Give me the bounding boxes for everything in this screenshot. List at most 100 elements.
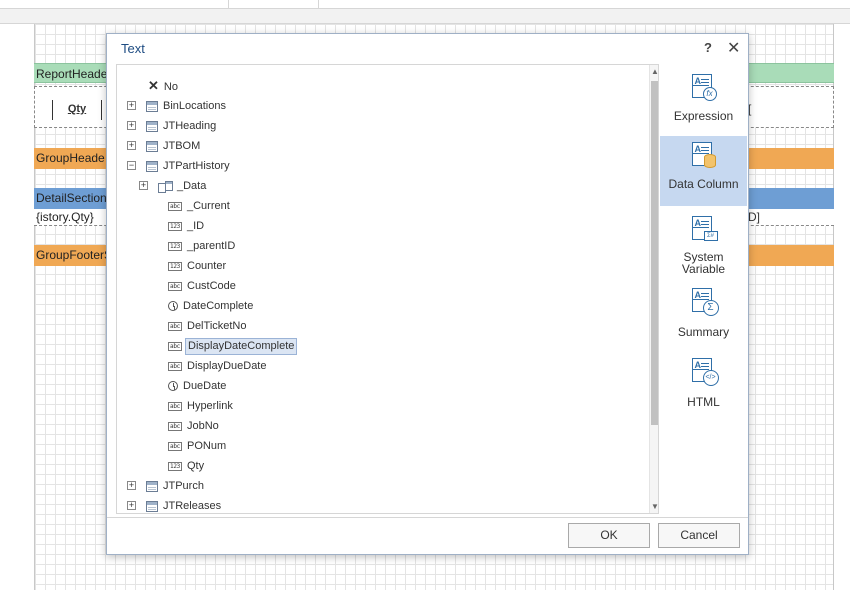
cancel-button[interactable]: Cancel [658,523,740,548]
help-button[interactable]: ? [704,40,712,55]
expand-icon[interactable]: + [127,481,136,490]
tree-item[interactable]: abc CustCode [117,277,637,295]
tree-item[interactable]: DueDate [117,377,637,395]
option-label: System Variable [681,250,726,276]
scrollbar-thumb[interactable] [651,81,658,425]
text-field-icon: abc [168,401,182,411]
table-icon [146,120,158,132]
tree-item[interactable]: − JTPartHistory [117,157,637,175]
text-dialog: Text ? ✕ ✕ No + BinLocations + JTHeading + JTBO… [106,33,749,555]
qty-header-textbox[interactable]: Qty [52,100,102,120]
expand-icon[interactable]: + [127,101,136,110]
scroll-down-icon[interactable]: ▼ [651,502,658,511]
option-data-column[interactable]: A Data Column [660,136,747,206]
none-icon: ✕ [148,78,159,93]
dialog-title: Text [121,41,145,56]
tree-item-label: JTBOM [163,140,201,152]
tree-item-label: DelTicketNo [187,320,247,332]
tree-item[interactable]: + BinLocations [117,97,637,115]
close-icon[interactable]: ✕ [727,38,740,58]
tree-item-label: JTPurch [163,480,204,492]
tree-item[interactable]: abc DisplayDueDate [117,357,637,375]
text-field-icon: abc [168,281,182,291]
tree-item-label: _ID [187,220,205,232]
option-expression[interactable]: A fx Expression [660,70,747,134]
tree-item-label: DisplayDueDate [187,360,267,372]
summary-icon: A Σ [690,288,719,316]
tree-item-label: JTReleases [163,500,222,512]
text-field-icon: abc [168,441,182,451]
tree-scrollbar[interactable]: ▲ ▼ [649,65,658,513]
tree-item-label: No [163,81,178,93]
text-field-icon: abc [168,341,182,351]
tree-item[interactable]: DateComplete [117,297,637,315]
tree-item-label: BinLocations [163,100,226,112]
tree-item[interactable]: 123 _parentID [117,237,637,255]
text-field-icon: abc [168,321,182,331]
tree-item[interactable]: abc Hyperlink [117,397,637,415]
tree-item[interactable]: + JTBOM [117,137,637,155]
tree-item[interactable]: + _Data [117,177,637,195]
top-separator [318,0,319,8]
tree-item-label: _parentID [187,240,236,252]
tree-item-label: DisplayDateComplete [185,338,298,355]
data-column-icon: A [690,142,718,170]
tree-item[interactable]: ✕ No [117,77,637,95]
tree-item[interactable]: 123 Qty [117,457,637,475]
tree-item[interactable]: abc DelTicketNo [117,317,637,335]
text-type-options: A fx Expression A Data Column A Σ# Syste… [660,64,747,514]
tree-item-label: PONum [187,440,227,452]
ok-button[interactable]: OK [568,523,650,548]
expand-icon[interactable]: + [127,501,136,510]
tree-item-label: Qty [187,460,205,472]
expand-icon[interactable]: + [127,141,136,150]
text-field-icon: abc [168,201,182,211]
designer-ruler-bar [0,9,850,24]
tree-item-label: _Data [177,180,207,192]
tree-item-label: Hyperlink [187,400,233,412]
number-field-icon: 123 [168,221,182,231]
number-field-icon: 123 [168,461,182,471]
tree-item-label: JTHeading [163,120,217,132]
table-icon [146,480,158,492]
tree-item-label: DateComplete [183,300,254,312]
tree-item[interactable]: abc DisplayDateComplete [117,337,637,355]
option-html[interactable]: A </> HTML [660,354,747,414]
tree-item[interactable]: + JTHeading [117,117,637,135]
text-field-icon: abc [168,361,182,371]
tree-item-label: _Current [187,200,230,212]
tree-item-label: DueDate [183,380,227,392]
tree-item-label: JobNo [187,420,219,432]
expand-icon[interactable]: + [127,121,136,130]
field-tree[interactable]: ✕ No + BinLocations + JTHeading + JTBOM − JTPartH… [116,64,659,514]
tree-item[interactable]: 123 _ID [117,217,637,235]
table-icon [146,100,158,112]
expression-icon: A fx [690,74,718,102]
collapse-icon[interactable]: − [127,161,136,170]
option-summary[interactable]: A Σ Summary [660,284,747,344]
tree-item[interactable]: + JTPurch [117,477,637,495]
detail-qty-textbox[interactable]: {istory.Qty} [36,208,94,226]
option-label: Data Column [668,177,739,191]
tree-item-label: JTPartHistory [163,160,230,172]
tree-item[interactable]: abc PONum [117,437,637,455]
option-label: Expression [673,109,734,123]
tree-item[interactable]: abc _Current [117,197,637,215]
number-field-icon: 123 [168,241,182,251]
tree-item[interactable]: 123 Counter [117,257,637,275]
tree-item[interactable]: + JTReleases [117,497,637,513]
table-icon [146,140,158,152]
system-variable-icon: A Σ# [690,216,718,244]
scroll-up-icon[interactable]: ▲ [651,67,658,76]
dialog-footer: OK Cancel [107,517,748,554]
data-relation-icon [158,180,173,193]
tree-item[interactable]: abc JobNo [117,417,637,435]
option-system-variable[interactable]: A Σ# System Variable [660,212,747,278]
option-label: Summary [677,325,730,339]
expand-icon[interactable]: + [139,181,148,190]
option-label: HTML [687,395,720,409]
date-field-icon [168,301,178,312]
tree-item-label: Counter [187,260,227,272]
date-field-icon [168,381,178,392]
html-icon: A </> [690,358,719,386]
